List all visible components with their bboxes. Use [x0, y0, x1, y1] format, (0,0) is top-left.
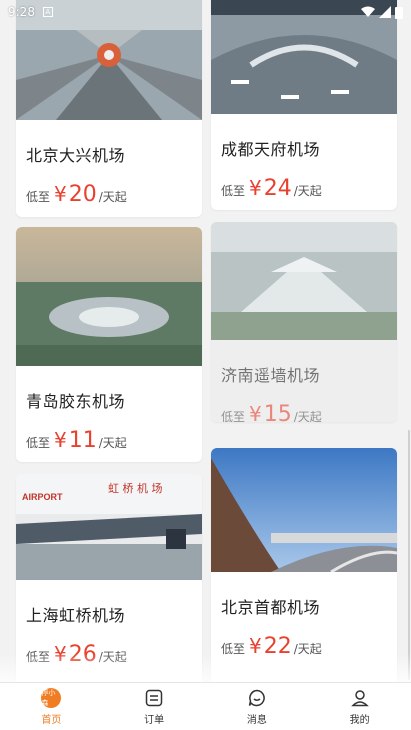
svg-text:虹 桥 机 场: 虹 桥 机 场 [108, 481, 163, 495]
notification-icon: A [42, 7, 53, 17]
currency-symbol: ¥ [249, 634, 262, 658]
price-prefix: 低至 [26, 650, 51, 664]
airport-image [211, 222, 397, 340]
price-value: 11 [68, 428, 97, 453]
airport-image: AIRPORT 虹 桥 机 场 [16, 474, 202, 580]
price-value: 20 [68, 182, 97, 207]
price-value: 26 [68, 642, 97, 667]
price-value: 24 [263, 176, 292, 201]
tab-orders[interactable]: 订单 [114, 688, 194, 726]
price-prefix: 低至 [26, 436, 51, 450]
airport-name: 北京首都机场 [221, 598, 321, 617]
airport-feed[interactable]: 北京大兴机场 低至 ¥ 20 /天起 成都天府机场 低至 ¥ 24 /天起 青岛… [0, 0, 411, 683]
tab-home[interactable]: 停小森 首页 [11, 687, 91, 726]
airport-image [16, 227, 202, 366]
price-row: 低至 ¥ 11 /天起 [16, 428, 202, 453]
price-unit: /天起 [293, 184, 322, 198]
battery-icon [395, 6, 403, 19]
home-logo-icon: 停小森 [41, 687, 62, 708]
airport-card[interactable]: 北京大兴机场 低至 ¥ 20 /天起 [16, 0, 202, 217]
airport-image [211, 448, 397, 572]
currency-symbol: ¥ [249, 176, 262, 200]
tab-mine-label: 我的 [349, 714, 370, 726]
price-unit: /天起 [98, 190, 127, 204]
tab-home-label: 首页 [41, 714, 62, 726]
user-icon [350, 688, 370, 708]
tab-messages-label: 消息 [246, 714, 267, 726]
tab-messages[interactable]: 消息 [217, 688, 297, 726]
price-unit: /天起 [293, 410, 322, 422]
wifi-icon [361, 6, 375, 17]
price-value: 15 [263, 402, 292, 422]
tab-orders-label: 订单 [144, 714, 165, 726]
order-list-icon [144, 688, 164, 708]
price-unit: /天起 [98, 650, 127, 664]
price-prefix: 低至 [221, 642, 246, 656]
price-prefix: 低至 [221, 410, 246, 422]
tab-mine[interactable]: 我的 [320, 688, 400, 726]
price-row: 低至 ¥ 26 /天起 [16, 642, 202, 667]
price-unit: /天起 [293, 642, 322, 656]
price-row: 低至 ¥ 22 /天起 [211, 634, 397, 659]
airport-name: 北京大兴机场 [26, 146, 126, 165]
price-value: 22 [263, 634, 292, 659]
price-unit: /天起 [98, 436, 127, 450]
svg-text:AIRPORT: AIRPORT [22, 492, 63, 502]
price-prefix: 低至 [26, 190, 51, 204]
airport-card[interactable]: 成都天府机场 低至 ¥ 24 /天起 [211, 0, 397, 210]
currency-symbol: ¥ [249, 402, 262, 422]
airport-name: 济南遥墙机场 [221, 366, 321, 385]
price-prefix: 低至 [221, 184, 246, 198]
status-icons [361, 6, 403, 19]
scrollbar[interactable] [408, 430, 410, 680]
airport-card[interactable]: 青岛胶东机场 低至 ¥ 11 /天起 [16, 227, 202, 462]
airport-name: 成都天府机场 [221, 140, 321, 159]
bottom-tabbar: 停小森 首页 订单 消息 我的 [0, 682, 411, 730]
airport-name: 青岛胶东机场 [26, 392, 126, 411]
chat-bubble-icon [247, 688, 267, 708]
price-row: 低至 ¥ 15 /天起 [211, 402, 397, 422]
airport-name: 上海虹桥机场 [26, 606, 126, 625]
status-bar: 9:28 A [0, 0, 411, 24]
airport-card[interactable]: AIRPORT 虹 桥 机 场 上海虹桥机场 低至 ¥ 26 /天起 [16, 474, 202, 683]
airport-card[interactable]: 济南遥墙机场 低至 ¥ 15 /天起 [211, 222, 397, 422]
airport-card[interactable]: 北京首都机场 低至 ¥ 22 /天起 [211, 448, 397, 683]
signal-icon [379, 6, 391, 18]
currency-symbol: ¥ [54, 182, 67, 206]
currency-symbol: ¥ [54, 428, 67, 452]
status-time: 9:28 [8, 5, 35, 19]
currency-symbol: ¥ [54, 642, 67, 666]
price-row: 低至 ¥ 24 /天起 [211, 176, 397, 201]
price-row: 低至 ¥ 20 /天起 [16, 182, 202, 207]
